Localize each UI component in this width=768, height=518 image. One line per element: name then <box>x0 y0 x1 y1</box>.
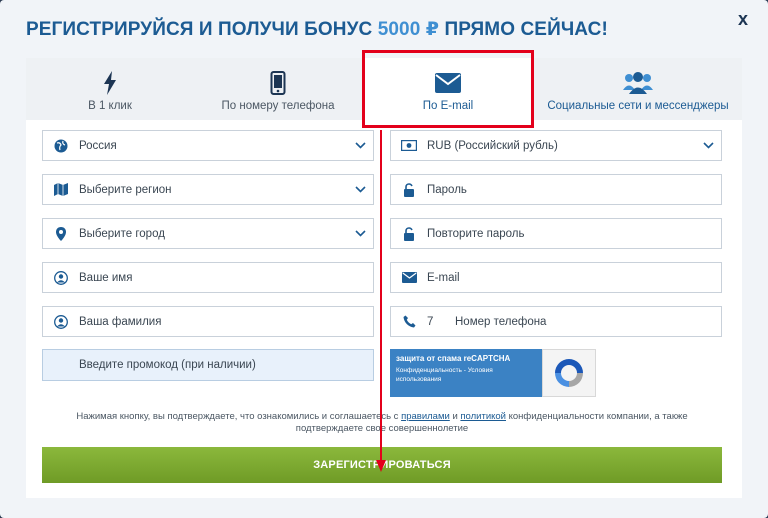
tab-phone[interactable]: По номеру телефона <box>194 58 362 120</box>
register-button[interactable]: ЗАРЕГИСТРИРОВАТЬСЯ <box>42 447 722 483</box>
region-select[interactable]: Выберите регион <box>42 174 374 205</box>
recaptcha-links[interactable]: Конфиденциальность - Условия использован… <box>396 366 536 384</box>
envelope-icon <box>391 272 427 283</box>
first-name-placeholder: Ваше имя <box>79 271 133 284</box>
password-repeat-placeholder: Повторите пароль <box>427 227 525 240</box>
registration-modal: РЕГИСТРИРУЙСЯ И ПОЛУЧИ БОНУС 5000 ₽ ПРЯМ… <box>0 0 768 518</box>
users-icon <box>623 70 653 96</box>
promo-code-input[interactable]: Введите промокод (при наличии) <box>42 349 374 381</box>
envelope-icon <box>435 70 461 96</box>
phone-input[interactable]: 7 Номер телефона <box>390 306 722 337</box>
globe-icon <box>43 139 79 153</box>
email-input[interactable]: E-mail <box>390 262 722 293</box>
map-icon <box>43 183 79 196</box>
privacy-policy-link[interactable]: политикой <box>460 411 506 422</box>
lightning-icon <box>103 70 117 96</box>
currency-select[interactable]: RUB (Российский рубль) <box>390 130 722 161</box>
chevron-down-icon <box>347 142 373 149</box>
country-select[interactable]: Россия <box>42 130 374 161</box>
tab-one-click[interactable]: В 1 клик <box>26 58 194 120</box>
rules-link[interactable]: правилами <box>401 411 450 422</box>
city-select[interactable]: Выберите город <box>42 218 374 249</box>
city-value: Выберите город <box>79 227 165 240</box>
password-repeat-input[interactable]: Повторите пароль <box>390 218 722 249</box>
recaptcha-text: защита от спама reCAPTCHA Конфиденциальн… <box>390 349 542 397</box>
email-placeholder: E-mail <box>427 271 460 284</box>
first-name-input[interactable]: Ваше имя <box>42 262 374 293</box>
chevron-down-icon <box>695 142 721 149</box>
terms-notice: Нажимая кнопку, вы подтверждаете, что оз… <box>76 411 688 434</box>
recaptcha-badge[interactable]: защита от спама reCAPTCHA Конфиденциальн… <box>390 349 596 397</box>
close-button[interactable]: x <box>734 10 752 28</box>
last-name-placeholder: Ваша фамилия <box>79 315 162 328</box>
tab-email[interactable]: По E-mail <box>362 58 534 120</box>
recaptcha-logo-icon <box>542 349 596 397</box>
region-value: Выберите регион <box>79 183 172 196</box>
last-name-input[interactable]: Ваша фамилия <box>42 306 374 337</box>
registration-tabs: В 1 клик По номеру телефона По E-mail Со… <box>26 58 742 120</box>
recaptcha-title: защита от спама reCAPTCHA <box>396 354 511 363</box>
currency-icon <box>391 140 427 151</box>
tab-label: В 1 клик <box>88 100 132 112</box>
phone-country-code: 7 <box>427 315 434 328</box>
phone-icon <box>270 70 286 96</box>
user-icon <box>43 270 79 285</box>
currency-value: RUB (Российский рубль) <box>427 139 558 152</box>
phone-handset-icon <box>391 315 427 328</box>
country-value: Россия <box>79 139 117 152</box>
modal-title: РЕГИСТРИРУЙСЯ И ПОЛУЧИ БОНУС 5000 ₽ ПРЯМ… <box>26 19 608 40</box>
chevron-down-icon <box>347 186 373 193</box>
tab-label: По номеру телефона <box>221 100 335 112</box>
tab-social[interactable]: Социальные сети и мессенджеры <box>534 58 742 120</box>
password-placeholder: Пароль <box>427 183 467 196</box>
bonus-amount: 5000 ₽ <box>377 19 440 40</box>
chevron-down-icon <box>347 230 373 237</box>
password-input[interactable]: Пароль <box>390 174 722 205</box>
phone-placeholder: Номер телефона <box>455 315 547 328</box>
tab-label: Социальные сети и мессенджеры <box>547 100 729 112</box>
promo-placeholder: Введите промокод (при наличии) <box>79 359 256 371</box>
tab-label: По E-mail <box>422 100 474 112</box>
unlock-icon <box>391 226 427 241</box>
unlock-icon <box>391 182 427 197</box>
map-pin-icon <box>43 226 79 241</box>
user-icon <box>43 314 79 329</box>
